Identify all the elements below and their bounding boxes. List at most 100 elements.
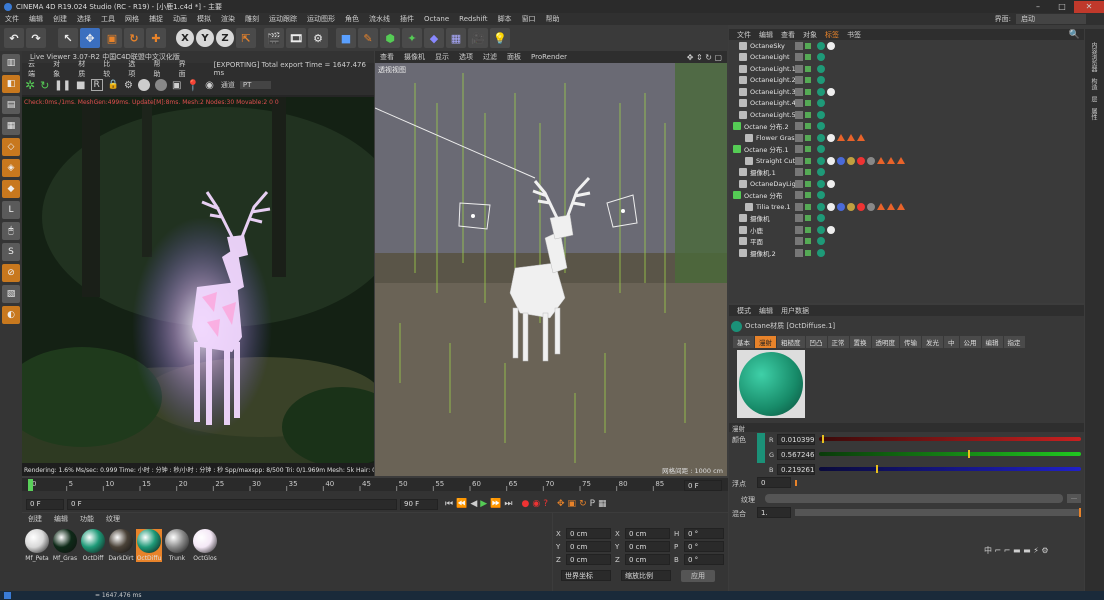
attribute-tab[interactable]: 传输	[900, 336, 921, 348]
material-swatch[interactable]: OctGlos	[192, 529, 218, 562]
material-preview-icon[interactable]	[137, 79, 150, 91]
enable-check-icon[interactable]	[805, 77, 811, 84]
attribute-tab[interactable]: 中	[944, 336, 959, 348]
material-swatch[interactable]: OctDiff	[80, 529, 106, 562]
menu-item[interactable]: Redshift	[454, 15, 492, 23]
menu-item[interactable]: 脚本	[493, 14, 517, 24]
om-menu-item[interactable]: 文件	[733, 30, 755, 40]
tag-icon[interactable]	[817, 214, 825, 223]
mat-menu-item[interactable]: 纹理	[100, 514, 126, 524]
warning-tag-icon[interactable]	[877, 203, 885, 211]
coord-mode-select[interactable]: 世界坐标	[561, 570, 611, 581]
size-y-field[interactable]: 0 cm	[625, 541, 670, 552]
tag-icon[interactable]	[817, 248, 825, 257]
visibility-toggle[interactable]	[795, 225, 803, 234]
om-menu-item[interactable]: 对象	[799, 30, 821, 40]
color-swatch[interactable]	[757, 433, 765, 463]
current-frame-field[interactable]: 0 F	[684, 480, 722, 491]
attr-menu-item[interactable]: 编辑	[755, 306, 777, 316]
vp-menu-item[interactable]: 选项	[454, 52, 478, 62]
color-g-field[interactable]: 0.567246	[777, 449, 815, 460]
start-frame-field[interactable]: 0 F	[26, 498, 64, 510]
enable-check-icon[interactable]	[805, 100, 811, 107]
rotation-b-field[interactable]: 0 °	[684, 554, 724, 565]
visibility-toggle[interactable]	[795, 156, 803, 165]
tag-icon[interactable]	[817, 168, 825, 177]
g-slider-knob[interactable]	[967, 450, 970, 458]
color-g-slider[interactable]	[819, 452, 1081, 456]
warning-tag-icon[interactable]	[837, 134, 845, 142]
mat-menu-item[interactable]: 编辑	[48, 514, 74, 524]
render-view[interactable]: Check:0ms./1ms. MeshGen:499ms. Update[M]…	[22, 97, 374, 463]
deformer-icon[interactable]: ◆	[424, 28, 444, 48]
undo-icon[interactable]: ↶	[4, 28, 24, 48]
pick-material-icon[interactable]: ◉	[205, 80, 214, 91]
menu-item[interactable]: 渲染	[216, 14, 240, 24]
lv-menu-item[interactable]: 帮助	[147, 59, 172, 79]
lv-menu-item[interactable]: 选项	[122, 59, 147, 79]
visibility-toggle[interactable]	[795, 53, 803, 62]
warning-tag-icon[interactable]	[897, 203, 905, 211]
menu-item[interactable]: 文件	[0, 14, 24, 24]
visibility-toggle[interactable]	[795, 145, 803, 154]
minimize-button[interactable]: –	[1026, 1, 1050, 13]
enable-check-icon[interactable]	[805, 42, 811, 49]
object-row[interactable]: Flower Grass	[729, 132, 1084, 144]
channel-select[interactable]: PT	[239, 81, 272, 89]
sculpt-icon[interactable]: ▧	[2, 285, 20, 303]
lock-icon[interactable]: ⊘	[2, 264, 20, 282]
visibility-toggle[interactable]	[795, 110, 803, 119]
tag-icon[interactable]	[817, 110, 825, 119]
visibility-toggle[interactable]	[795, 202, 803, 211]
render-picture-viewer-icon[interactable]: 🎞	[286, 28, 306, 48]
apply-button[interactable]: 应用	[681, 569, 715, 582]
tag-icon[interactable]	[817, 99, 825, 108]
auto-key-icon[interactable]: ◉	[532, 499, 540, 509]
menu-item[interactable]: 流水线	[364, 14, 395, 24]
object-row[interactable]: 摄像机.1	[729, 167, 1084, 179]
object-row[interactable]: OctaneLight.4	[729, 98, 1084, 110]
tag-icon[interactable]	[817, 191, 825, 200]
move-icon[interactable]: ✥	[80, 28, 100, 48]
timeline-ruler[interactable]: 051015202530354045505560657075808590	[22, 478, 728, 491]
tab-layers[interactable]: 层	[1085, 93, 1102, 105]
enable-check-icon[interactable]	[805, 215, 811, 222]
object-row[interactable]: OctaneLight.3	[729, 86, 1084, 98]
visibility-toggle[interactable]	[795, 133, 803, 142]
warning-tag-icon[interactable]	[897, 157, 905, 165]
light-icon[interactable]: 💡	[490, 28, 510, 48]
enable-check-icon[interactable]	[805, 192, 811, 199]
enable-check-icon[interactable]	[805, 226, 811, 233]
ime-bar[interactable]: 中 ⌐ ⌐ ▬ ▬ ⚡ ⚙	[984, 545, 1049, 556]
tab-attributes[interactable]: 属性	[1085, 105, 1102, 123]
material-swatch[interactable]: DarkDirt	[108, 529, 134, 562]
y-axis-icon[interactable]: Y	[196, 29, 214, 47]
material-swatch[interactable]: Trunk	[164, 529, 190, 562]
tag-icon[interactable]	[817, 64, 825, 73]
tag-icon[interactable]	[817, 179, 825, 188]
attribute-tab[interactable]: 粗糙度	[777, 336, 805, 348]
goto-end-icon[interactable]: ⏭	[504, 499, 512, 509]
lv-menu-item[interactable]: 对象	[47, 59, 72, 79]
enable-check-icon[interactable]	[805, 111, 811, 118]
tag-icon[interactable]	[827, 179, 835, 188]
lv-menu-item[interactable]: 材质	[72, 59, 97, 79]
material-swatch[interactable]: Mf_Peta	[24, 529, 50, 562]
tag-icon[interactable]	[867, 156, 875, 165]
tab-structure[interactable]: 构造	[1085, 75, 1102, 93]
axis-mode-icon[interactable]: L	[2, 201, 20, 219]
visibility-toggle[interactable]	[795, 191, 803, 200]
attribute-tab[interactable]: 漫射	[755, 336, 776, 348]
pen-icon[interactable]: ✎	[358, 28, 378, 48]
bodypaint-icon[interactable]: ◐	[2, 306, 20, 324]
end-frame-field[interactable]: 90 F	[400, 498, 438, 510]
render-settings-icon[interactable]: ⚙	[308, 28, 328, 48]
mat-menu-item[interactable]: 创建	[22, 514, 48, 524]
tag-icon[interactable]	[817, 76, 825, 85]
tag-icon[interactable]	[827, 225, 835, 234]
search-icon[interactable]: 🔍	[1065, 30, 1084, 40]
tag-icon[interactable]	[837, 202, 845, 211]
tab-content-browser[interactable]: 内容浏览器	[1085, 39, 1102, 75]
camera-icon[interactable]: 🎥	[468, 28, 488, 48]
material-swatch-selected[interactable]: OctDiffu	[136, 529, 162, 562]
